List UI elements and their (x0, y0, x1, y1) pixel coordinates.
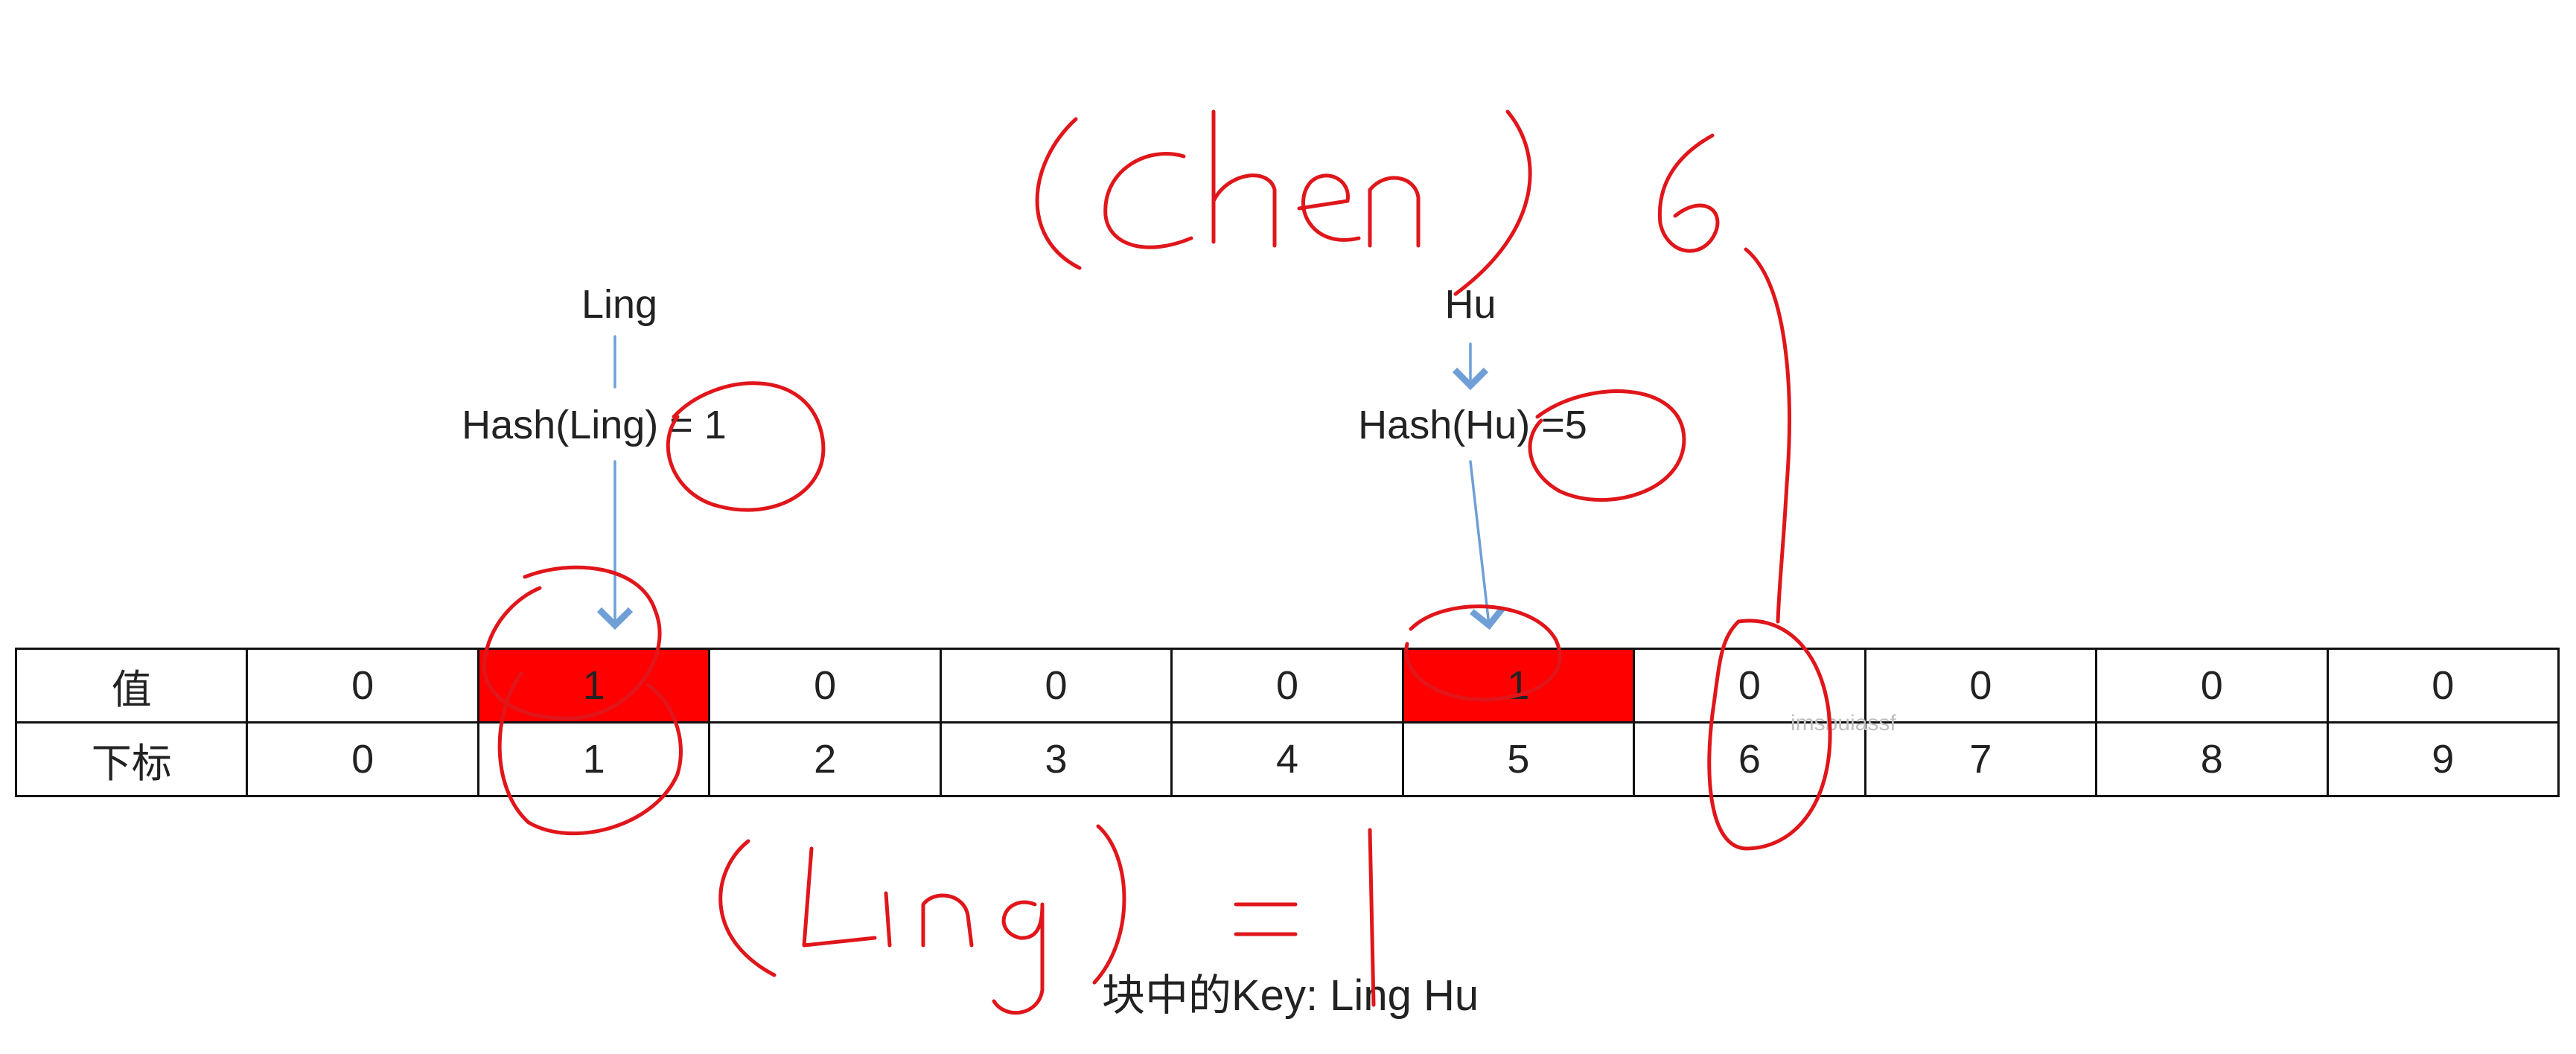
annotation-overlay (482, 109, 1832, 1015)
circle-slot-5 (1404, 604, 1562, 702)
circle-hash-hu-5 (1528, 389, 1686, 502)
circle-column-6 (1707, 619, 1832, 851)
circle-hash-ling-1 (666, 381, 826, 512)
circle-slot-1-lower (497, 671, 683, 836)
handwritten-connector (1744, 247, 1791, 624)
arrow-hu-hash-to-slot (1469, 460, 1505, 630)
handwritten-ling-1 (718, 824, 1376, 1015)
handwritten-chen-6 (1035, 109, 1720, 296)
